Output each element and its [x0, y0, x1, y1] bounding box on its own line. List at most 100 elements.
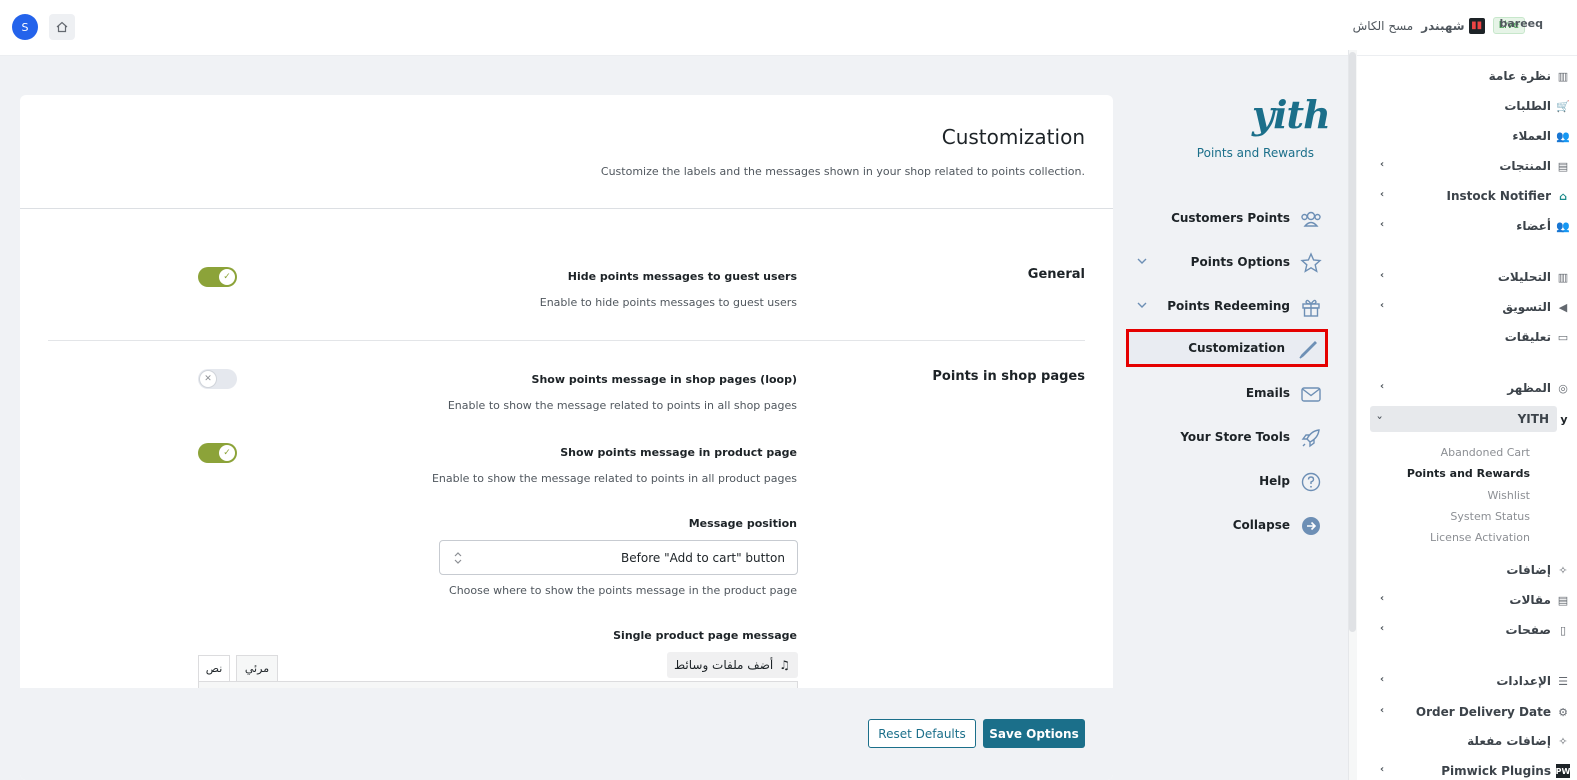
menu-item-active-addons[interactable]: إضافات مفعلة ✧ — [1372, 728, 1577, 754]
menu-item-products[interactable]: ‹ المنتجات ▤ — [1372, 153, 1577, 179]
menu-item-label: Order Delivery Date — [1415, 705, 1551, 719]
chevron-down-icon — [1137, 302, 1147, 308]
arrow-right-icon — [1302, 517, 1320, 535]
chart-icon: ▥ — [1557, 270, 1569, 284]
menu-item-pages[interactable]: ‹ صفحات ▯ — [1372, 617, 1577, 643]
user-avatar[interactable]: S — [12, 14, 38, 40]
nav-label: Customers Points — [1171, 211, 1290, 225]
box-icon: ▤ — [1557, 159, 1569, 173]
menu-item-label: Instock Notifier — [1446, 189, 1552, 203]
settings-panel: Customization Customize the labels and t… — [20, 95, 1113, 780]
menu-item-yith[interactable]: ‹ YITH y — [1370, 406, 1568, 432]
menu-item-label: الطلبات — [1504, 99, 1551, 113]
top-bar: S مسح الكاش شهبندر ▮▮ Live bareeq — [0, 0, 1577, 56]
menu-item-comments[interactable]: تعليقات ▭ — [1372, 324, 1577, 350]
clear-cache-link[interactable]: مسح الكاش — [1353, 19, 1414, 33]
nav-your-store-tools[interactable]: Your Store Tools — [1130, 418, 1330, 456]
menu-item-label: العملاء — [1512, 129, 1551, 143]
menu-item-marketing[interactable]: ‹ التسويق ◀ — [1372, 294, 1577, 320]
users-icon — [1301, 211, 1321, 227]
chevron-left-icon: ‹ — [1380, 593, 1385, 604]
loop-message-description: Enable to show the message related to po… — [447, 399, 797, 412]
menu-item-order-delivery-date[interactable]: ‹ Order Delivery Date ⚙ — [1372, 699, 1577, 725]
menu-item-appearance[interactable]: ‹ المظهر ◎ — [1372, 375, 1577, 401]
hide-guest-toggle[interactable]: ✓ — [198, 267, 237, 287]
nav-help[interactable]: Help — [1130, 462, 1330, 500]
menu-item-label: إضافات مفعلة — [1467, 734, 1551, 748]
menu-item-instock-notifier[interactable]: ‹ Instock Notifier ⌂ — [1372, 183, 1577, 209]
submenu-system-status[interactable]: System Status — [1450, 510, 1530, 523]
section-title-general: General — [1027, 267, 1085, 282]
post-icon: ▤ — [1557, 593, 1569, 607]
tab-visual[interactable]: مرئي — [236, 655, 278, 681]
media-icon: ♫ — [779, 658, 790, 672]
menu-item-label: تعليقات — [1504, 330, 1551, 344]
product-message-label: Show points message in product page — [560, 446, 797, 459]
chevron-left-icon: ‹ — [1380, 705, 1385, 716]
bank-icon: ⌂ — [1559, 189, 1567, 203]
nav-customization[interactable]: Customization — [1126, 329, 1328, 367]
menu-item-posts[interactable]: ‹ مقالات ▤ — [1372, 587, 1577, 613]
menu-item-label: YITH — [1517, 412, 1549, 426]
nav-points-options[interactable]: Points Options — [1130, 243, 1330, 281]
menu-item-label: نظرة عامة — [1488, 69, 1551, 83]
menu-item-settings[interactable]: ‹ الإعدادات ☰ — [1372, 668, 1577, 694]
nav-points-redeeming[interactable]: Points Redeeming — [1130, 287, 1330, 325]
palette-icon: ◎ — [1558, 381, 1568, 395]
home-icon — [56, 21, 68, 33]
select-value: Before "Add to cart" button — [621, 551, 785, 565]
page-description: Customize the labels and the messages sh… — [600, 165, 1085, 178]
message-position-select[interactable]: Before "Add to cart" button — [439, 540, 798, 575]
loop-message-toggle[interactable]: ✕ — [198, 369, 237, 389]
chevron-updown-icon — [454, 552, 462, 564]
menu-item-overview[interactable]: نظرة عامة ▥ — [1372, 63, 1577, 89]
menu-item-orders[interactable]: الطلبات 🛒 — [1372, 93, 1577, 119]
reset-defaults-button[interactable]: Reset Defaults — [868, 719, 976, 748]
users-icon: 👥 — [1556, 219, 1570, 233]
submenu-points-and-rewards[interactable]: Points and Rewards — [1407, 467, 1530, 480]
submenu-wishlist[interactable]: Wishlist — [1487, 489, 1530, 502]
nav-label: Help — [1259, 474, 1290, 488]
nav-collapse[interactable]: Collapse — [1130, 506, 1330, 544]
submenu-abandoned-cart[interactable]: Abandoned Cart — [1441, 446, 1530, 459]
section-title-shop-pages: Points in shop pages — [932, 369, 1085, 384]
megaphone-icon: ◀ — [1558, 300, 1568, 314]
save-options-button[interactable]: Save Options — [983, 719, 1085, 748]
menu-item-members[interactable]: ‹ أعضاء 👥 — [1372, 213, 1577, 239]
chevron-left-icon: ‹ — [1380, 189, 1385, 200]
add-media-label: أضف ملفات وسائط — [674, 658, 774, 672]
menu-item-analytics[interactable]: ‹ التحليلات ▥ — [1372, 264, 1577, 290]
nav-label: Customization — [1188, 341, 1285, 355]
nav-label: Points Redeeming — [1167, 299, 1290, 313]
home-button[interactable] — [49, 14, 75, 40]
menu-item-label: المنتجات — [1499, 159, 1551, 173]
submenu-license-activation[interactable]: License Activation — [1430, 531, 1530, 544]
nav-customers-points[interactable]: Customers Points — [1130, 199, 1330, 237]
product-message-description: Enable to show the message related to po… — [431, 472, 797, 485]
product-message-toggle[interactable]: ✓ — [198, 443, 237, 463]
menu-item-label: صفحات — [1505, 623, 1551, 637]
nav-label: Points Options — [1190, 255, 1290, 269]
plugin-icon: ✧ — [1558, 563, 1568, 577]
message-position-description: Choose where to show the points message … — [449, 584, 797, 597]
page-icon: ▯ — [1559, 623, 1567, 637]
store-logo-icon: ▮▮ — [1468, 17, 1485, 34]
chevron-left-icon: ‹ — [1380, 381, 1385, 392]
chevron-left-icon: ‹ — [1380, 674, 1385, 685]
menu-item-customers[interactable]: العملاء 👥 — [1372, 123, 1577, 149]
menu-item-label: إضافات — [1506, 563, 1551, 577]
chevron-left-icon: ‹ — [1380, 764, 1385, 775]
chevron-left-icon: ‹ — [1380, 270, 1385, 281]
gift-icon — [1302, 299, 1320, 317]
menu-item-addons[interactable]: إضافات ✧ — [1372, 557, 1577, 583]
menu-item-pimwick-plugins[interactable]: ‹ Pimwick Plugins PW — [1372, 758, 1577, 780]
tab-text[interactable]: نص — [198, 655, 230, 681]
scrollbar-thumb[interactable] — [1349, 52, 1356, 632]
yith-icon: y — [1560, 412, 1568, 426]
menu-item-label: التحليلات — [1497, 270, 1551, 284]
nav-emails[interactable]: Emails — [1130, 374, 1330, 412]
store-link[interactable]: شهبندر ▮▮ — [1421, 17, 1485, 34]
add-media-button[interactable]: أضف ملفات وسائط ♫ — [667, 652, 798, 678]
check-icon: ✓ — [219, 445, 235, 461]
site-name[interactable]: bareeq — [1499, 17, 1543, 30]
